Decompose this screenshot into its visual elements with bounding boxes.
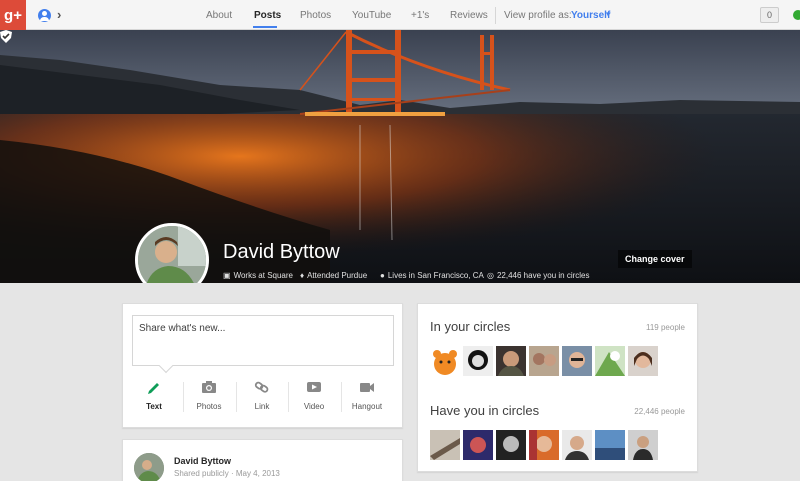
tab-about[interactable]: About [206, 10, 232, 21]
view-profile-label: View profile as: [504, 10, 572, 21]
in-your-circles-title[interactable]: In your circles [430, 319, 510, 334]
hangout-camera-icon [360, 383, 374, 392]
in-your-circles-avatars [430, 346, 658, 376]
verified-icon [0, 30, 12, 43]
fact-location: ● Lives in San Francisco, CA [380, 271, 484, 280]
avatar-photo [138, 226, 206, 283]
fact-location-text: Lives in San Francisco, CA [387, 271, 484, 280]
post-meta: Shared publicly · May 4, 2013 [174, 469, 280, 478]
circle-avatar[interactable] [463, 430, 493, 460]
tab-reviews[interactable]: Reviews [450, 10, 488, 21]
circle-avatar[interactable] [496, 346, 526, 376]
avatar-photo [134, 453, 164, 481]
briefcase-icon: ▣ [223, 271, 231, 280]
in-your-circles-count: 119 people [646, 323, 685, 332]
share-photos-label: Photos [196, 402, 222, 411]
share-text-label: Text [146, 402, 162, 411]
profile-name: David Byttow [223, 241, 340, 263]
circle-avatar[interactable] [628, 430, 658, 460]
fact-circles-text: 22,446 have you in circles [496, 271, 590, 280]
link-icon [254, 381, 269, 393]
share-video-button[interactable]: Video [288, 380, 340, 411]
circle-avatar[interactable] [430, 346, 460, 376]
post-author-name[interactable]: David Byttow [174, 456, 231, 466]
graduation-cap-icon: ♦ [300, 271, 305, 280]
circle-avatar[interactable] [628, 346, 658, 376]
tab-photos[interactable]: Photos [300, 10, 331, 21]
have-you-in-circles-avatars [430, 430, 658, 460]
chevron-down-icon[interactable]: ▾ [606, 9, 611, 20]
circle-avatar[interactable] [595, 346, 625, 376]
post-visibility[interactable]: Shared publicly [174, 469, 229, 478]
video-icon [307, 382, 321, 392]
top-bar: g+ › About Posts Photos YouTube +1's Rev… [0, 0, 800, 30]
pencil-icon [148, 383, 159, 394]
notification-button[interactable]: 0 [760, 7, 779, 23]
fact-work-text: Works at Square [233, 271, 293, 280]
share-video-label: Video [303, 402, 325, 411]
active-tab-indicator [253, 26, 277, 28]
share-icon[interactable] [793, 10, 800, 20]
circle-avatar[interactable] [529, 346, 559, 376]
location-pin-icon: ● [380, 271, 385, 280]
fact-education: ♦ Attended Purdue [300, 271, 367, 280]
circle-avatar[interactable] [562, 430, 592, 460]
share-link-label: Link [254, 402, 270, 411]
have-you-in-circles-title[interactable]: Have you in circles [430, 403, 539, 418]
profile-avatar[interactable] [135, 223, 209, 283]
cover-image [0, 30, 800, 283]
cover-photo: David Byttow ▣ Works at Square ♦ Attended … [0, 30, 800, 283]
circles-icon: ◎ [487, 271, 494, 280]
tab-plus-ones[interactable]: +1's [411, 10, 429, 21]
tab-posts[interactable]: Posts [254, 10, 281, 21]
view-profile-select[interactable]: Yourself [571, 10, 610, 21]
post-card: David Byttow Shared publicly · May 4, 20… [122, 439, 403, 481]
have-you-in-circles-count: 22,446 people [634, 407, 685, 416]
share-text-button[interactable]: Text [128, 380, 180, 411]
circles-card: In your circles 119 people Have you in c… [417, 303, 698, 472]
share-hangout-label: Hangout [351, 402, 383, 411]
post-author-avatar[interactable] [134, 453, 164, 481]
share-input[interactable]: Share what's new... [132, 315, 394, 366]
circle-avatar[interactable] [463, 346, 493, 376]
post-meta-separator: · [230, 469, 234, 478]
circle-avatar[interactable] [496, 430, 526, 460]
camera-icon [202, 381, 216, 393]
nav-divider [495, 7, 496, 24]
fact-circles: ◎ 22,446 have you in circles [487, 271, 589, 280]
circle-avatar[interactable] [595, 430, 625, 460]
circle-avatar[interactable] [430, 430, 460, 460]
fact-work: ▣ Works at Square [223, 271, 293, 280]
share-photos-button[interactable]: Photos [183, 380, 235, 411]
google-plus-logo[interactable]: g+ [0, 0, 26, 30]
circle-avatar[interactable] [529, 430, 559, 460]
circle-avatar[interactable] [562, 346, 592, 376]
tab-youtube[interactable]: YouTube [352, 10, 391, 21]
chevron-right-icon[interactable]: › [57, 7, 61, 22]
share-hangout-button[interactable]: Hangout [341, 380, 393, 411]
profile-icon[interactable] [38, 9, 51, 22]
fact-education-text: Attended Purdue [307, 271, 368, 280]
share-box: Share what's new... Text Photos Link Vid… [122, 303, 403, 428]
post-date[interactable]: May 4, 2013 [236, 469, 280, 478]
share-link-button[interactable]: Link [236, 380, 288, 411]
change-cover-button[interactable]: Change cover [618, 250, 692, 268]
